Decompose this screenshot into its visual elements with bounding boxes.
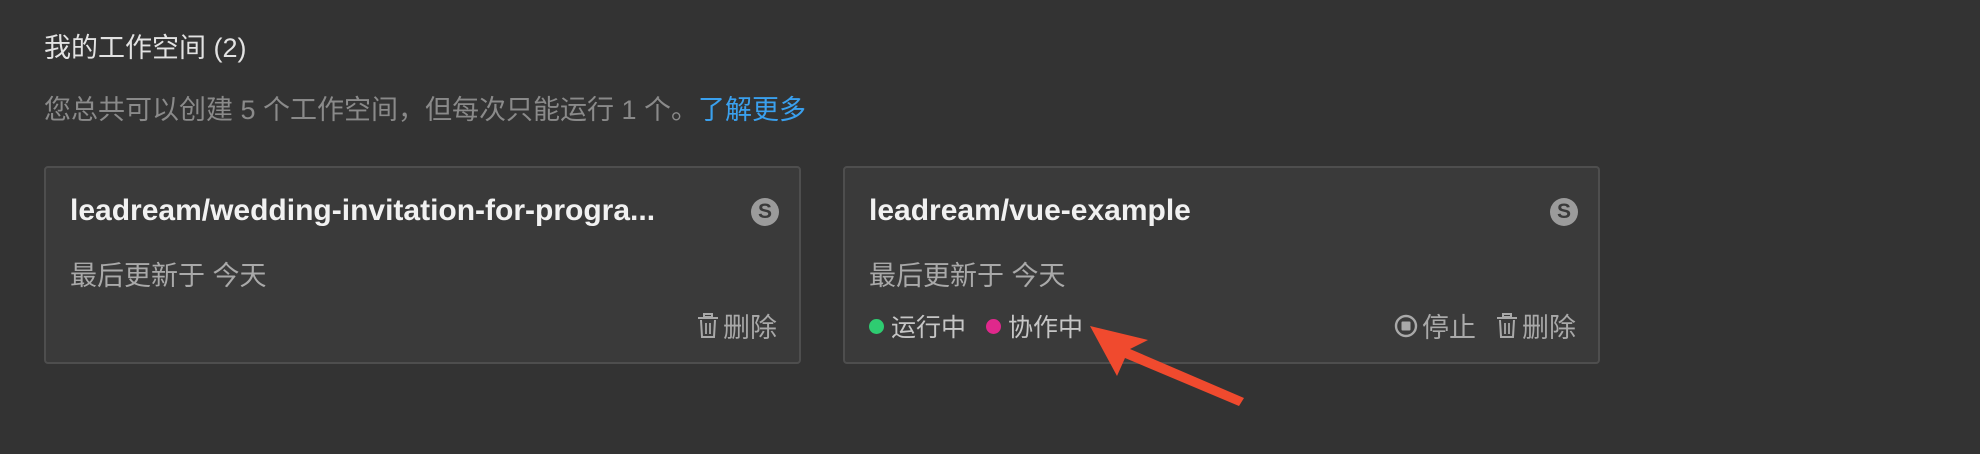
status-collaborating: 协作中 (986, 308, 1083, 344)
delete-label: 删除 (723, 313, 777, 343)
workspace-updated: 最后更新于 今天 (70, 261, 267, 291)
collaborating-status-dot (986, 318, 1002, 334)
trash-icon (698, 312, 718, 338)
workspace-actions: 停止 删除 (1394, 306, 1576, 345)
status-running-label: 运行中 (891, 314, 967, 342)
workspace-limit-text: 您总共可以创建 5 个工作空间，但每次只能运行 1 个。 (44, 95, 699, 125)
stop-circle-icon (1394, 314, 1418, 337)
workspace-actions: 删除 (697, 306, 777, 345)
delete-button[interactable]: 删除 (697, 306, 777, 345)
status-running: 运行中 (869, 308, 966, 344)
status-collaborating-label: 协作中 (1008, 314, 1084, 342)
workspace-name[interactable]: leadream/vue-example (869, 194, 1534, 228)
workspace-name[interactable]: leadream/wedding-invitation-for-progra..… (70, 194, 735, 228)
delete-button[interactable]: 删除 (1496, 306, 1576, 345)
s-badge-icon: S (1550, 198, 1578, 226)
s-badge-icon: S (751, 198, 779, 226)
workspace-updated: 最后更新于 今天 (869, 261, 1066, 291)
running-status-dot (869, 318, 884, 334)
learn-more-link[interactable]: 了解更多 (698, 95, 806, 125)
section-description: 您总共可以创建 5 个工作空间，但每次只能运行 1 个。了解更多 (44, 88, 806, 127)
section-title: 我的工作空间 (2) (44, 33, 247, 63)
stop-label: 停止 (1422, 313, 1476, 343)
red-arrow-annotation (1090, 326, 1244, 406)
delete-label: 删除 (1522, 313, 1576, 343)
stop-button[interactable]: 停止 (1394, 306, 1476, 345)
workspace-card[interactable]: leadream/wedding-invitation-for-progra..… (44, 166, 801, 364)
workspace-status-row: 运行中 协作中 (869, 308, 1103, 344)
trash-icon (1497, 312, 1517, 338)
